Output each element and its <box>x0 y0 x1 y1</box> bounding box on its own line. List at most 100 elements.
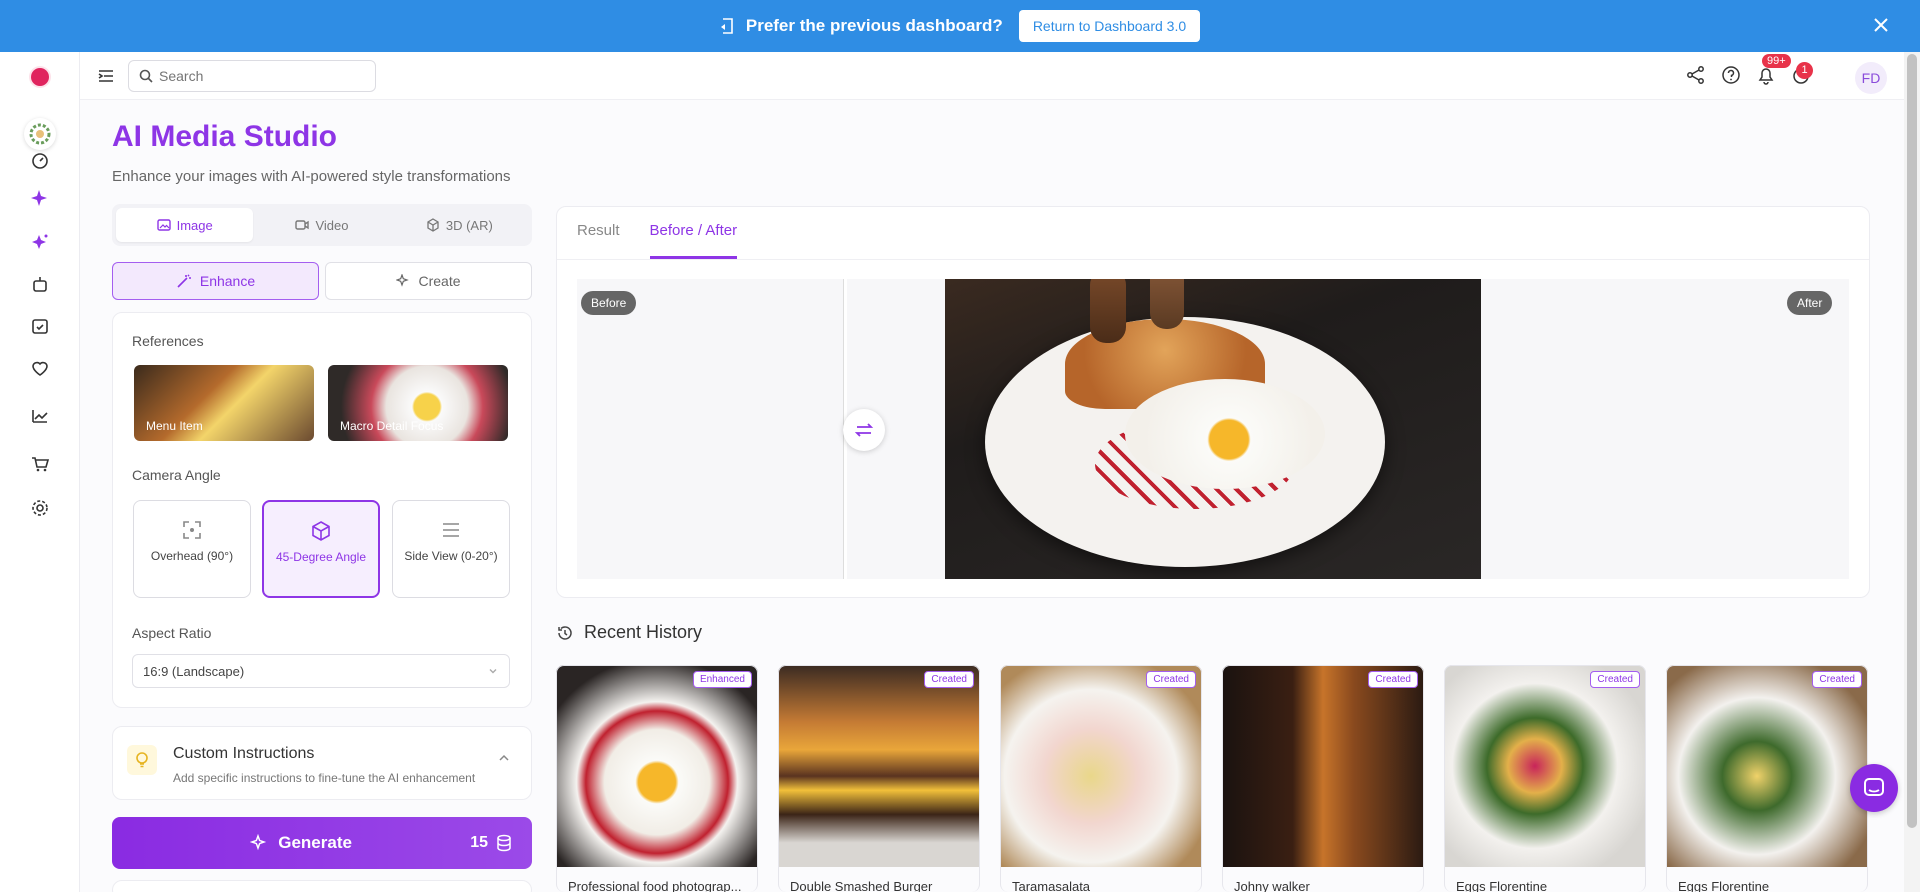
reference-macro-detail[interactable]: Macro Detail Focus <box>328 365 508 441</box>
after-label: After <box>1787 291 1833 315</box>
history-item[interactable]: Created Johny walker <box>1222 665 1424 892</box>
robot-icon[interactable] <box>30 274 50 294</box>
lines-icon <box>443 523 459 537</box>
video-icon <box>295 220 310 230</box>
angle-45-degree[interactable]: 45-Degree Angle <box>262 500 380 598</box>
custom-instructions-subtitle: Add specific instructions to fine-tune t… <box>173 771 476 785</box>
create-button[interactable]: Create <box>325 262 532 300</box>
chat-launcher[interactable] <box>1850 764 1898 812</box>
angle-overhead[interactable]: Overhead (90°) <box>133 500 251 598</box>
ai-magic-icon[interactable] <box>30 232 50 252</box>
history-frame <box>1444 665 1646 892</box>
share-icon[interactable] <box>1685 64 1707 86</box>
aspect-ratio-value: 16:9 (Landscape) <box>143 663 245 679</box>
history-item[interactable]: Created Eggs Florentine <box>1666 665 1868 892</box>
status-dot <box>31 68 49 86</box>
tab-3d-label: 3D (AR) <box>445 217 493 233</box>
page-scrollbar[interactable] <box>1904 52 1920 892</box>
wreath-icon <box>29 123 51 145</box>
chevron-down-icon <box>489 669 497 674</box>
avatar[interactable]: FD <box>1855 62 1887 94</box>
next-section-card <box>112 880 532 892</box>
history-frame <box>1000 665 1202 892</box>
history-tag: Created <box>1146 671 1196 688</box>
focus-frame-icon <box>183 521 201 539</box>
notification-badge: 99+ <box>1762 54 1791 68</box>
history-heading: Recent History <box>556 622 702 643</box>
after-image <box>945 279 1481 579</box>
media-type-tabs: Image Video 3D (AR) <box>112 204 532 246</box>
reference-label: Macro Detail Focus <box>340 419 444 433</box>
history-name: Professional food photograp... <box>568 879 742 892</box>
enhance-button[interactable]: Enhance <box>112 262 319 300</box>
banner-message: Prefer the previous dashboard? <box>745 16 1003 35</box>
history-title: Recent History <box>584 622 703 642</box>
preview-tabs: Result Before / After <box>577 207 738 259</box>
angle-side-view[interactable]: Side View (0-20°) <box>392 500 510 598</box>
angle-label: Side View (0-20°) <box>404 549 498 563</box>
history-item[interactable]: Enhanced Professional food photograp... <box>556 665 758 892</box>
heart-icon[interactable] <box>30 358 50 378</box>
tab-before-after[interactable]: Before / After <box>649 207 738 259</box>
settings-icon[interactable] <box>30 498 50 518</box>
history-tag: Created <box>924 671 974 688</box>
history-item[interactable]: Created Double Smashed Burger <box>778 665 980 892</box>
history-name: Taramasalata <box>1012 879 1091 892</box>
compare-slider-handle[interactable] <box>843 409 885 451</box>
tab-result[interactable]: Result <box>577 207 620 259</box>
reference-label: Menu Item <box>146 419 203 433</box>
tab-3d[interactable]: 3D (AR) <box>391 208 528 242</box>
ai-sparkle-icon[interactable] <box>30 188 50 208</box>
before-label: Before <box>581 291 637 315</box>
page-title: AI Media Studio <box>112 120 337 153</box>
history-icon <box>558 625 572 640</box>
page-subtitle: Enhance your images with AI-powered styl… <box>112 168 511 185</box>
search-box[interactable] <box>128 60 376 92</box>
credits-value: 15 <box>470 834 488 851</box>
chevron-up-icon[interactable] <box>497 751 511 765</box>
tab-image[interactable]: Image <box>116 208 254 242</box>
sparkles-icon <box>396 274 410 287</box>
help-icon[interactable] <box>1720 64 1742 86</box>
search-input[interactable] <box>159 68 349 84</box>
tab-image-label: Image <box>176 217 213 233</box>
generate-label: Generate <box>278 833 352 852</box>
custom-instructions-title: Custom Instructions <box>173 745 315 762</box>
return-dashboard-button[interactable]: Return to Dashboard 3.0 <box>1018 10 1201 42</box>
history-tag: Created <box>1590 671 1640 688</box>
calendar-check-icon[interactable] <box>30 316 50 336</box>
close-icon[interactable] <box>1870 14 1892 36</box>
history-item[interactable]: Created Taramasalata <box>1000 665 1202 892</box>
aspect-ratio-label: Aspect Ratio <box>132 625 212 641</box>
cart-icon[interactable] <box>30 454 50 474</box>
reference-menu-item[interactable]: Menu Item <box>134 365 314 441</box>
lightbulb-icon <box>127 745 157 775</box>
image-icon <box>156 219 171 231</box>
camera-angle-label: Camera Angle <box>132 467 221 483</box>
top-header <box>80 52 1904 100</box>
create-label: Create <box>418 273 461 289</box>
custom-instructions-card[interactable]: Custom Instructions Add specific instruc… <box>112 726 532 800</box>
aspect-ratio-select[interactable]: 16:9 (Landscape) <box>132 654 510 688</box>
generate-button[interactable]: Generate 15 <box>112 817 532 869</box>
history-frame <box>1222 665 1424 892</box>
chart-line-icon[interactable] <box>30 406 50 426</box>
tab-video[interactable]: Video <box>253 208 390 242</box>
swap-arrows-icon <box>854 423 874 437</box>
history-item[interactable]: Created Eggs Florentine <box>1444 665 1646 892</box>
alert-badge: 1 <box>1796 62 1813 79</box>
scrollbar-thumb[interactable] <box>1907 54 1917 828</box>
brand-logo[interactable] <box>24 118 56 150</box>
history-frame <box>556 665 758 892</box>
tab-video-label: Video <box>315 217 349 233</box>
history-name: Eggs Florentine <box>1678 879 1770 892</box>
dashboard-icon[interactable] <box>30 150 50 170</box>
generate-label-group: Generate <box>132 833 470 853</box>
angle-label: 45-Degree Angle <box>275 550 367 564</box>
history-tag: Created <box>1812 671 1862 688</box>
menu-toggle-icon[interactable] <box>96 66 116 86</box>
references-label: References <box>132 333 204 349</box>
history-tag: Created <box>1368 671 1418 688</box>
cube-icon <box>427 218 439 232</box>
top-banner: Prefer the previous dashboard? Return to… <box>0 0 1920 52</box>
